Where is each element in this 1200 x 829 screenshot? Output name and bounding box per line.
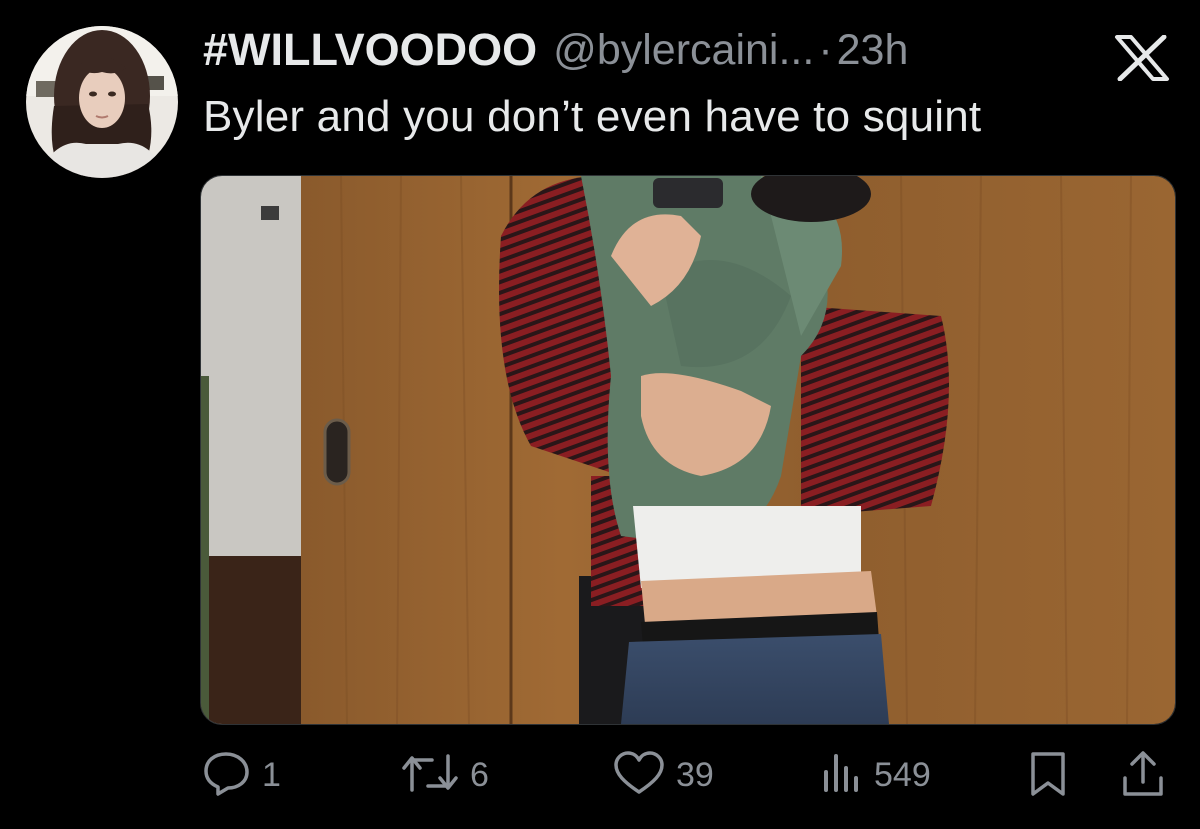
reply-count: 1: [262, 756, 281, 794]
tweet: #WILLVOODOO @bylercaini... · 23h Byler a…: [0, 0, 1200, 829]
heart-icon: [612, 750, 666, 801]
separator-dot: ·: [818, 25, 833, 74]
bookmark-button[interactable]: [1028, 750, 1068, 803]
repost-count: 6: [470, 756, 489, 794]
reply-button[interactable]: 1: [202, 750, 281, 801]
bookmark-icon: [1028, 750, 1068, 803]
tweet-actions: 1 6 39 549: [0, 740, 1200, 815]
bar-chart-icon: [820, 750, 864, 801]
x-logo-icon[interactable]: [1114, 34, 1170, 82]
avatar[interactable]: [26, 26, 178, 178]
tweet-header: #WILLVOODOO @bylercaini... · 23h: [203, 22, 908, 78]
repost-arrows-icon: [400, 750, 460, 801]
views-count: 549: [874, 756, 931, 794]
user-handle[interactable]: @bylercaini...: [553, 26, 814, 75]
share-upload-icon: [1120, 750, 1166, 803]
tweet-media-image[interactable]: [200, 175, 1176, 725]
timestamp[interactable]: 23h: [837, 26, 909, 75]
like-button[interactable]: 39: [612, 750, 714, 801]
share-button[interactable]: [1120, 750, 1166, 803]
views-button[interactable]: 549: [820, 750, 931, 801]
repost-button[interactable]: 6: [400, 750, 489, 801]
like-count: 39: [676, 756, 714, 794]
display-name[interactable]: #WILLVOODOO: [203, 24, 537, 76]
tweet-text: Byler and you don’t even have to squint: [203, 92, 982, 141]
speech-bubble-icon: [202, 750, 252, 801]
